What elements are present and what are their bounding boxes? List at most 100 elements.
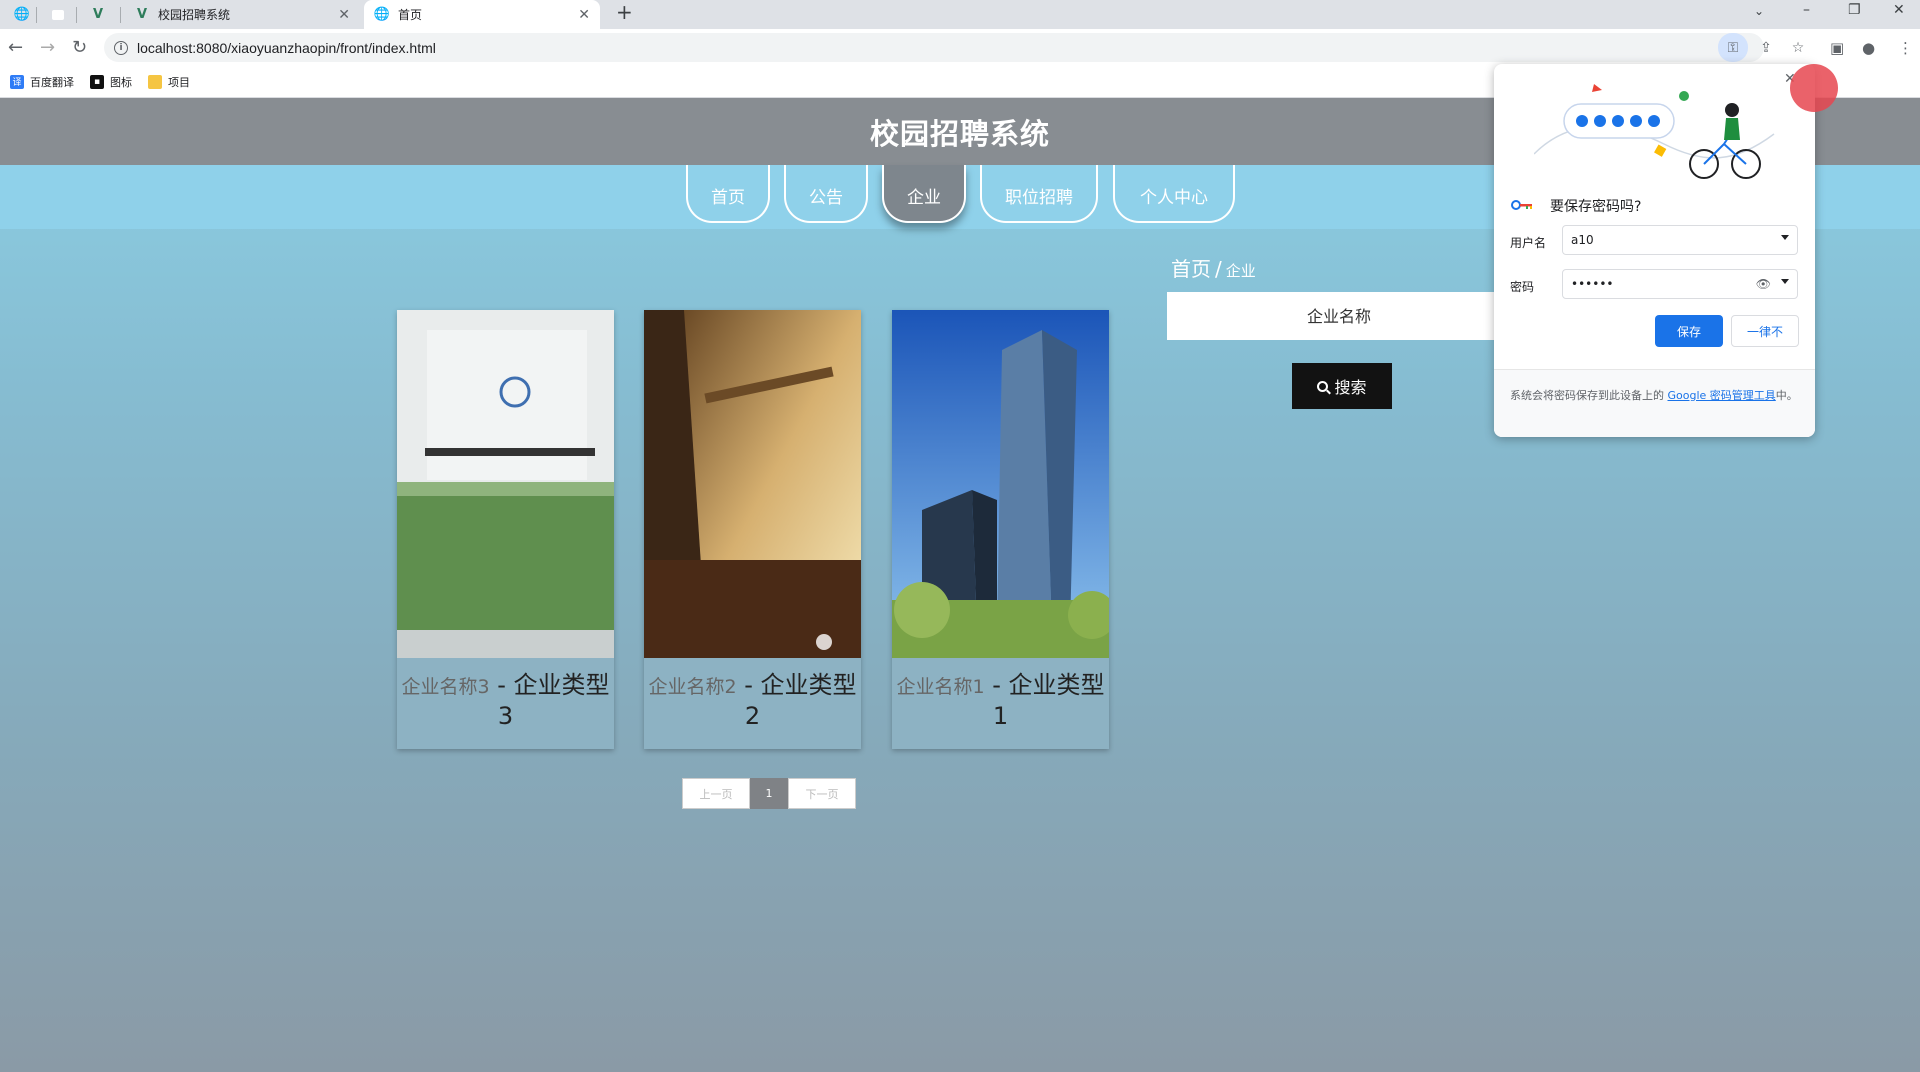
- mouse-cursor-highlight: [1790, 64, 1838, 112]
- globe-icon: 🌐: [373, 7, 391, 22]
- next-page-button[interactable]: 下一页: [788, 778, 856, 809]
- search-button-label: 搜索: [1334, 378, 1367, 397]
- profile-avatar-icon[interactable]: ●: [1862, 39, 1875, 57]
- vue-logo-icon: V: [136, 7, 148, 22]
- nav-label: 公告: [809, 187, 843, 208]
- company-photo-gold-wall: [644, 310, 861, 658]
- nav-personal-center[interactable]: 个人中心: [1113, 165, 1235, 223]
- forward-arrow-icon[interactable]: →: [40, 37, 55, 58]
- card-caption: 企业名称3 - 企业类型3: [397, 671, 614, 733]
- side-panel-icon[interactable]: ▣: [1830, 39, 1844, 57]
- dropdown-arrow-icon[interactable]: [1781, 279, 1789, 284]
- site-info-icon[interactable]: i: [114, 40, 128, 55]
- company-name: 企业名称3: [401, 676, 490, 698]
- dropdown-arrow-icon[interactable]: [1781, 235, 1789, 240]
- bookmark-baidu-translate[interactable]: 译 百度翻译: [10, 74, 74, 90]
- password-manager-link[interactable]: Google 密码管理工具: [1668, 389, 1776, 402]
- bookmark-label: 百度翻译: [30, 75, 74, 89]
- browser-tab-strip: 🌐 V V 校园招聘系统 ✕ 🌐 首页 ✕ + ⌄ – ❐ ✕: [0, 0, 1920, 29]
- breadcrumb-home[interactable]: 首页: [1171, 257, 1211, 281]
- nav-label: 首页: [711, 187, 745, 208]
- share-icon[interactable]: ⇪: [1756, 33, 1776, 62]
- restore-icon[interactable]: ❐: [1848, 2, 1861, 18]
- nav-label: 职位招聘: [1005, 187, 1073, 208]
- tab-pinned-2[interactable]: [42, 0, 72, 29]
- password-illustration: [1534, 84, 1775, 179]
- menu-kebab-icon[interactable]: ⋮: [1898, 39, 1913, 57]
- google-key-icon: [1511, 200, 1532, 210]
- vue-logo-icon: V: [92, 7, 104, 22]
- close-tab-icon[interactable]: ✕: [578, 7, 590, 23]
- caption-dash: -: [736, 671, 761, 699]
- eye-icon[interactable]: 👁: [1756, 277, 1771, 291]
- tab-separator: [76, 7, 77, 23]
- tab-separator: [120, 7, 121, 23]
- footer-tail: 中。: [1775, 389, 1798, 402]
- breadcrumb-current: 企业: [1225, 262, 1256, 280]
- company-card[interactable]: 企业名称2 - 企业类型2: [644, 310, 861, 749]
- url-text: localhost:8080/xiaoyuanzhaopin/front/ind…: [137, 39, 436, 56]
- prev-page-button[interactable]: 上一页: [682, 778, 750, 809]
- tab-label: 首页: [398, 8, 423, 22]
- tab-campus-recruitment[interactable]: V 校园招聘系统 ✕: [124, 0, 360, 29]
- company-type: 企业类型3: [497, 671, 610, 730]
- page-number-current[interactable]: 1: [750, 778, 788, 809]
- company-card[interactable]: 企业名称1 - 企业类型1: [892, 310, 1109, 749]
- company-card[interactable]: 企业名称3 - 企业类型3: [397, 310, 614, 749]
- bookmark-label: 图标: [110, 75, 132, 89]
- save-password-dialog: ✕ 要保存密码吗? 用户名 a10 密码 •••••• 👁 保存 一律不 系统会…: [1494, 64, 1815, 437]
- folder-icon: [148, 74, 162, 89]
- password-value: ••••••: [1571, 277, 1614, 291]
- never-save-button[interactable]: 一律不: [1731, 315, 1799, 347]
- card-caption: 企业名称2 - 企业类型2: [644, 671, 861, 733]
- new-tab-icon[interactable]: +: [616, 0, 633, 24]
- company-photo-office-tower: [892, 310, 1109, 658]
- nav-announcements[interactable]: 公告: [784, 165, 868, 223]
- tab-search-chevron-icon[interactable]: ⌄: [1754, 4, 1764, 18]
- translate-icon: 译: [10, 74, 24, 89]
- blank-page-icon: [52, 9, 64, 20]
- caption-dash: -: [984, 671, 1009, 699]
- back-arrow-icon[interactable]: ←: [8, 37, 23, 58]
- nav-home[interactable]: 首页: [686, 165, 770, 223]
- tab-label: 校园招聘系统: [158, 8, 231, 22]
- nav-label: 个人中心: [1140, 187, 1208, 208]
- tab-pinned-3[interactable]: V: [82, 0, 112, 29]
- address-bar[interactable]: i localhost:8080/xiaoyuanzhaopin/front/i…: [104, 33, 1764, 62]
- reload-icon[interactable]: ↻: [72, 37, 87, 58]
- username-field[interactable]: a10: [1562, 225, 1798, 255]
- company-name: 企业名称1: [896, 676, 985, 698]
- bookmark-projects[interactable]: 项目: [148, 74, 190, 90]
- tab-home[interactable]: 🌐 首页 ✕: [364, 0, 600, 29]
- company-type: 企业类型1: [992, 671, 1105, 730]
- search-button[interactable]: 搜索: [1292, 363, 1392, 409]
- caption-dash: -: [489, 671, 514, 699]
- globe-icon: 🌐: [13, 7, 31, 22]
- company-name: 企业名称2: [648, 676, 737, 698]
- save-password-button[interactable]: 保存: [1655, 315, 1723, 347]
- nav-label: 企业: [907, 187, 941, 208]
- company-name-search-input[interactable]: [1167, 292, 1517, 340]
- company-photo-lobby-green: [397, 310, 614, 658]
- tab-separator: [36, 7, 37, 23]
- window-close-icon[interactable]: ✕: [1893, 2, 1905, 18]
- search-icon: [1317, 380, 1329, 392]
- footer-text: 系统会将密码保存到此设备上的: [1510, 389, 1668, 402]
- company-type: 企业类型2: [744, 671, 857, 730]
- close-tab-icon[interactable]: ✕: [338, 7, 350, 23]
- site-title: 校园招聘系统: [869, 116, 1050, 151]
- breadcrumb: 首页 / 企业: [1171, 253, 1256, 282]
- minimize-icon[interactable]: –: [1803, 2, 1810, 18]
- username-value: a10: [1571, 233, 1594, 247]
- bookmark-icons[interactable]: ▪ 图标: [90, 74, 132, 90]
- password-label: 密码: [1510, 280, 1535, 294]
- bookmark-label: 项目: [168, 75, 190, 89]
- dialog-footer: 系统会将密码保存到此设备上的 Google 密码管理工具中。: [1494, 369, 1815, 437]
- password-key-icon[interactable]: ⚿: [1718, 33, 1748, 62]
- tab-pinned-1[interactable]: 🌐: [4, 0, 34, 29]
- nav-companies[interactable]: 企业: [882, 165, 966, 223]
- dialog-title: 要保存密码吗?: [1550, 199, 1642, 215]
- bookmark-star-icon[interactable]: ☆: [1788, 33, 1808, 62]
- password-field[interactable]: •••••• 👁: [1562, 269, 1798, 299]
- nav-job-postings[interactable]: 职位招聘: [980, 165, 1098, 223]
